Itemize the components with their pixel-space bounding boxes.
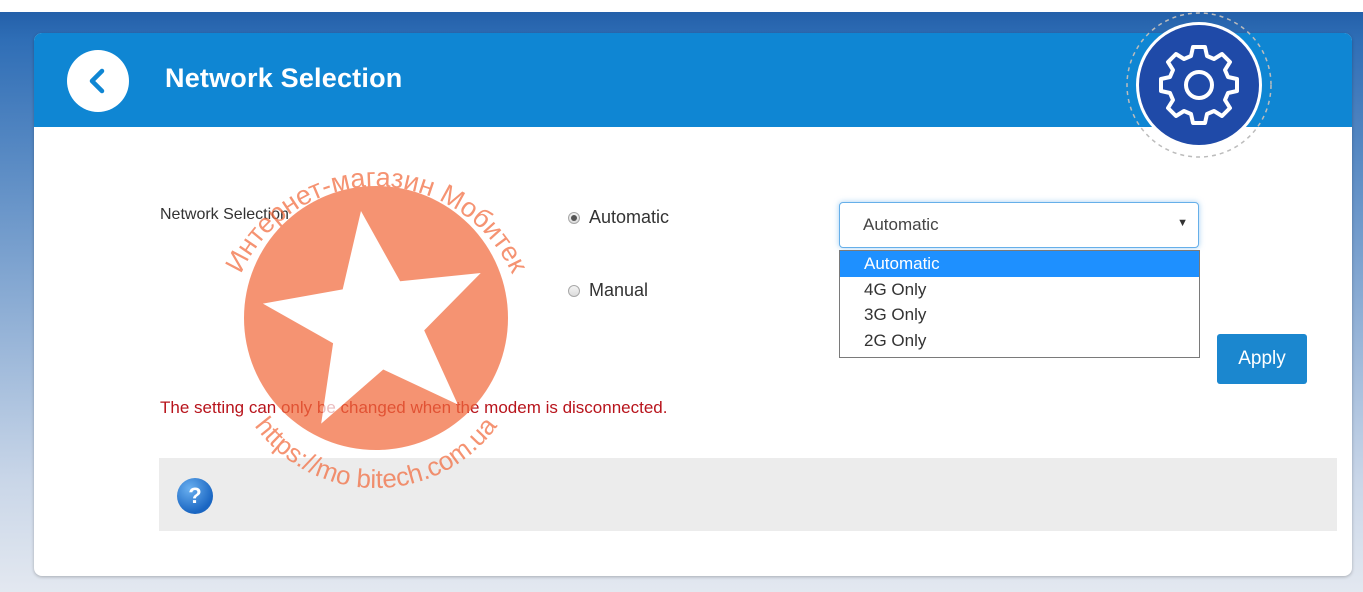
option-3g-only[interactable]: 3G Only bbox=[840, 302, 1199, 328]
radio-manual-label: Manual bbox=[589, 280, 649, 300]
radio-manual[interactable]: Manual bbox=[568, 280, 648, 301]
gear-icon bbox=[1126, 12, 1272, 158]
option-4g-only[interactable]: 4G Only bbox=[840, 277, 1199, 303]
radio-automatic-label: Automatic bbox=[589, 207, 670, 227]
network-mode-select[interactable]: Automatic ▼ bbox=[839, 202, 1199, 248]
caret-down-icon: ▼ bbox=[1177, 217, 1188, 229]
help-panel: ? bbox=[159, 458, 1337, 531]
network-selection-label: Network Selection bbox=[160, 206, 289, 223]
settings-badge bbox=[1124, 10, 1274, 160]
option-automatic[interactable]: Automatic bbox=[840, 251, 1199, 277]
radio-manual-indicator[interactable] bbox=[568, 284, 580, 297]
option-2g-only[interactable]: 2G Only bbox=[840, 328, 1199, 354]
page-title: Network Selection bbox=[165, 63, 403, 93]
chevron-left-icon bbox=[89, 68, 105, 94]
network-mode-dropdown: Automatic 4G Only 3G Only 2G Only bbox=[839, 250, 1200, 358]
apply-button[interactable]: Apply bbox=[1217, 334, 1307, 384]
radio-automatic-indicator[interactable] bbox=[568, 211, 580, 224]
disconnect-warning: The setting can only be changed when the… bbox=[160, 398, 668, 417]
radio-automatic[interactable]: Automatic bbox=[568, 207, 669, 228]
back-button[interactable] bbox=[67, 50, 129, 112]
help-icon[interactable]: ? bbox=[177, 478, 213, 514]
select-value: Automatic bbox=[863, 215, 939, 234]
